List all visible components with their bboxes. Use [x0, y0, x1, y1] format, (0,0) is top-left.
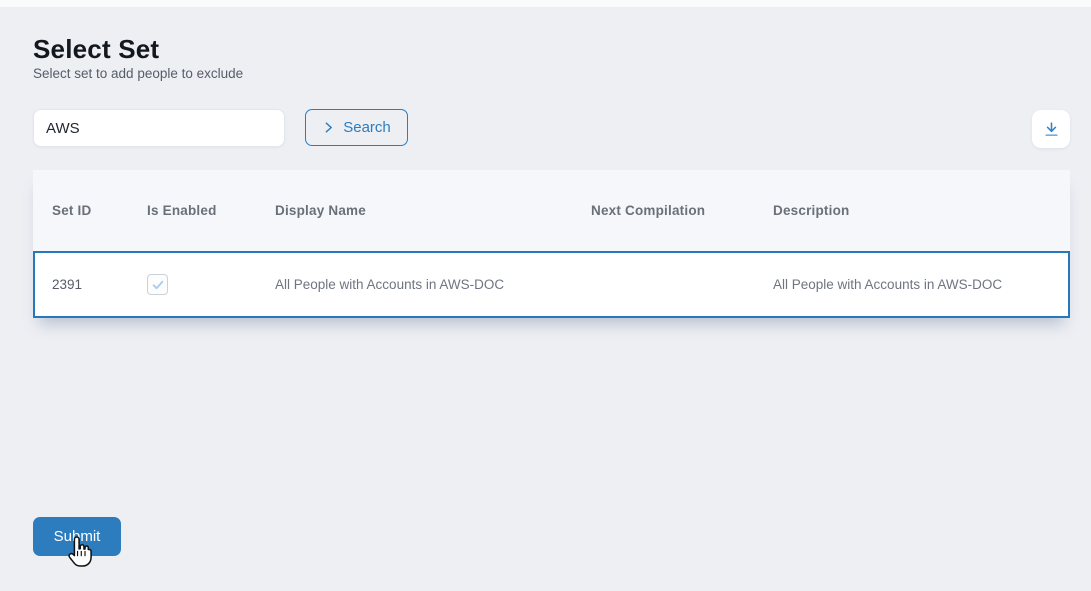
cell-display-name: All People with Accounts in AWS-DOC [258, 277, 574, 292]
sets-table: Set ID Is Enabled Display Name Next Comp… [33, 170, 1070, 318]
is-enabled-checkbox[interactable] [147, 274, 168, 295]
table-header-row: Set ID Is Enabled Display Name Next Comp… [33, 170, 1070, 251]
download-icon [1043, 121, 1060, 138]
submit-button-label: Submit [54, 528, 101, 545]
column-header-is-enabled: Is Enabled [128, 203, 256, 218]
checkmark-icon [151, 278, 165, 292]
table-row[interactable]: 2391 All People with Accounts in AWS-DOC… [33, 251, 1070, 318]
cell-is-enabled [130, 274, 258, 295]
search-button[interactable]: Search [305, 109, 408, 146]
search-input[interactable] [33, 109, 285, 147]
page-title: Select Set [33, 34, 159, 65]
cell-set-id: 2391 [35, 277, 130, 292]
column-header-set-id: Set ID [33, 203, 128, 218]
top-strip [0, 0, 1091, 7]
search-button-label: Search [343, 119, 391, 136]
page-subtitle: Select set to add people to exclude [33, 66, 243, 81]
column-header-description: Description [754, 203, 1070, 218]
column-header-next-compilation: Next Compilation [572, 203, 754, 218]
chevron-right-icon [322, 121, 335, 134]
cell-description: All People with Accounts in AWS-DOC [756, 277, 1068, 292]
column-header-display-name: Display Name [256, 203, 572, 218]
download-button[interactable] [1032, 110, 1070, 148]
submit-button[interactable]: Submit [33, 517, 121, 556]
